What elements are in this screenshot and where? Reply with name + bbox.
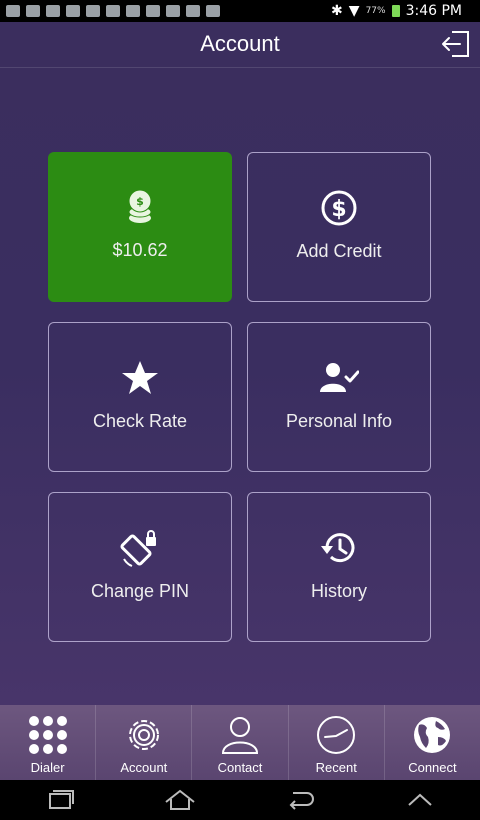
tab-dialer-label: Dialer	[30, 760, 65, 775]
bottom-tab-bar: Dialer Account Contact Recent Connect	[0, 705, 480, 780]
status-bar: ✱ ▼ 77% 3:46 PM	[0, 0, 480, 22]
tab-recent[interactable]: Recent	[289, 705, 385, 780]
star-icon	[122, 361, 158, 394]
rotate-lock-icon	[120, 530, 156, 567]
personal-info-label: Personal Info	[285, 411, 393, 431]
svg-text:$: $	[331, 197, 346, 222]
battery-icon	[391, 5, 400, 17]
battery-percent: 77%	[365, 6, 386, 16]
sync-icon	[66, 5, 80, 17]
svg-text:$: $	[136, 195, 144, 208]
tab-connect[interactable]: Connect	[385, 705, 480, 780]
app-icon-7	[206, 5, 220, 17]
personal-info-tile[interactable]: Personal Info	[247, 322, 431, 472]
system-status: ✱ ▼ 77% 3:46 PM	[331, 3, 480, 19]
account-screen: Account $ $10.62 $ Add Credit Check Rate…	[0, 22, 480, 705]
add-credit-tile[interactable]: $ Add Credit	[247, 152, 431, 302]
add-credit-label: Add Credit	[296, 241, 382, 261]
app-icon-5	[166, 5, 180, 17]
change-pin-label: Change PIN	[90, 581, 190, 601]
android-nav-bar	[0, 780, 480, 820]
balance-tile[interactable]: $ $10.62	[48, 152, 232, 302]
change-pin-tile[interactable]: Change PIN	[48, 492, 232, 642]
home-button[interactable]	[162, 786, 198, 814]
tab-dialer[interactable]: Dialer	[0, 705, 97, 780]
app-icon-4	[146, 5, 160, 17]
tab-contact-label: Contact	[217, 760, 263, 775]
app-icon-3	[126, 5, 140, 17]
globe-icon	[414, 717, 451, 753]
dialpad-icon	[28, 716, 67, 754]
gmail-icon	[86, 5, 100, 17]
person-icon	[221, 717, 259, 754]
bluetooth-icon: ✱	[331, 3, 343, 19]
balance-amount: $10.62	[112, 240, 168, 260]
home-icon	[165, 789, 195, 810]
chevron-up-icon	[408, 793, 432, 806]
mail-icon	[6, 5, 20, 17]
clock-time: 3:46 PM	[405, 3, 462, 19]
history-icon	[321, 533, 355, 563]
page-title: Account	[200, 31, 280, 56]
dollar-circle-icon: $	[321, 190, 357, 226]
clock-icon	[317, 716, 356, 754]
signal-icon: ▼	[348, 3, 360, 19]
app-icon	[26, 5, 40, 17]
tab-recent-label: Recent	[315, 760, 357, 775]
history-tile[interactable]: History	[247, 492, 431, 642]
app-icon-2	[106, 5, 120, 17]
tab-account-label: Account	[120, 760, 168, 775]
header: Account	[0, 22, 480, 68]
image-icon	[46, 5, 60, 17]
user-check-icon	[320, 363, 359, 392]
recent-apps-icon	[49, 790, 74, 809]
check-rate-label: Check Rate	[92, 411, 188, 431]
tab-connect-label: Connect	[408, 760, 457, 775]
tab-account[interactable]: Account	[96, 705, 193, 780]
recent-apps-button[interactable]	[42, 786, 78, 814]
history-label: History	[310, 581, 367, 601]
check-rate-tile[interactable]: Check Rate	[48, 322, 232, 472]
back-icon	[289, 792, 314, 810]
coins-icon: $	[128, 189, 152, 223]
notification-icons	[0, 5, 220, 17]
app-icon-6	[186, 5, 200, 17]
menu-up-button[interactable]	[402, 786, 438, 814]
gear-icon	[128, 720, 159, 750]
back-button[interactable]	[282, 786, 318, 814]
tab-contact[interactable]: Contact	[192, 705, 289, 780]
logout-icon[interactable]	[440, 29, 472, 59]
